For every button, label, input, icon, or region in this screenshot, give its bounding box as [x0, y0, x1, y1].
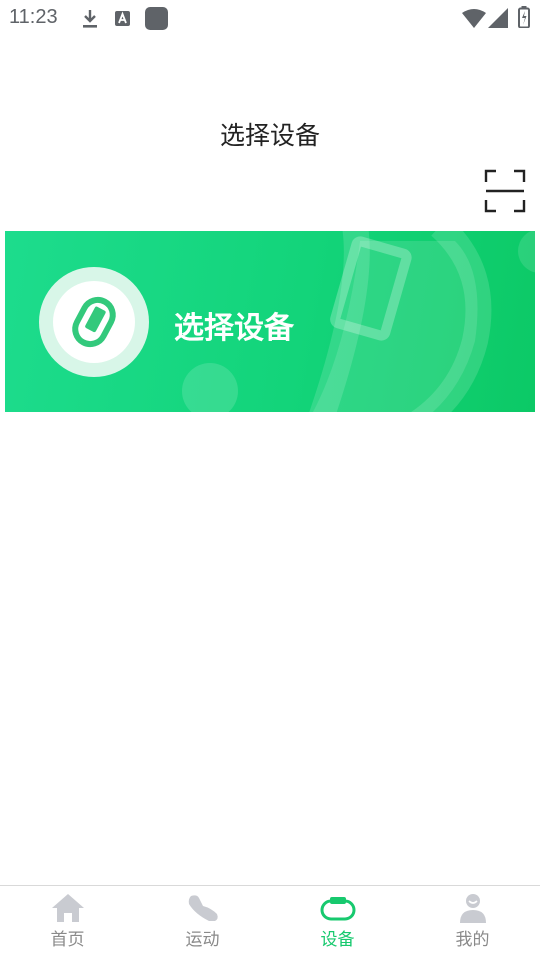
select-device-banner[interactable]: 选择设备: [5, 231, 535, 412]
text-a-icon: [115, 11, 130, 26]
tab-mine-label: 我的: [455, 930, 490, 950]
signal-icon: [488, 8, 508, 28]
tab-home-label: 首页: [50, 930, 85, 950]
person-icon: [459, 894, 486, 923]
page-title: 选择设备: [219, 121, 320, 150]
scan-button[interactable]: [482, 168, 528, 214]
tab-mine[interactable]: 我的: [405, 886, 540, 961]
app-square-icon: [145, 7, 168, 30]
tab-device[interactable]: 设备: [270, 886, 405, 961]
band-icon: [320, 897, 355, 921]
battery-icon: [518, 6, 530, 28]
band-icon: [72, 296, 116, 348]
tab-sport-label: 运动: [185, 930, 220, 950]
status-bar: 11:23: [0, 0, 540, 36]
wifi-icon: [462, 9, 486, 28]
tab-device-label: 设备: [320, 930, 355, 950]
scan-icon: [484, 169, 526, 213]
download-icon: [83, 10, 97, 28]
home-icon: [51, 894, 84, 922]
banner-label: 选择设备: [174, 311, 294, 346]
bottom-tab-bar: 首页 运动 设备 我的: [0, 885, 540, 961]
device-avatar: [39, 267, 149, 377]
shoe-icon: [188, 895, 218, 921]
tab-home[interactable]: 首页: [0, 886, 135, 961]
status-time: 11:23: [9, 6, 58, 28]
tab-sport[interactable]: 运动: [135, 886, 270, 961]
